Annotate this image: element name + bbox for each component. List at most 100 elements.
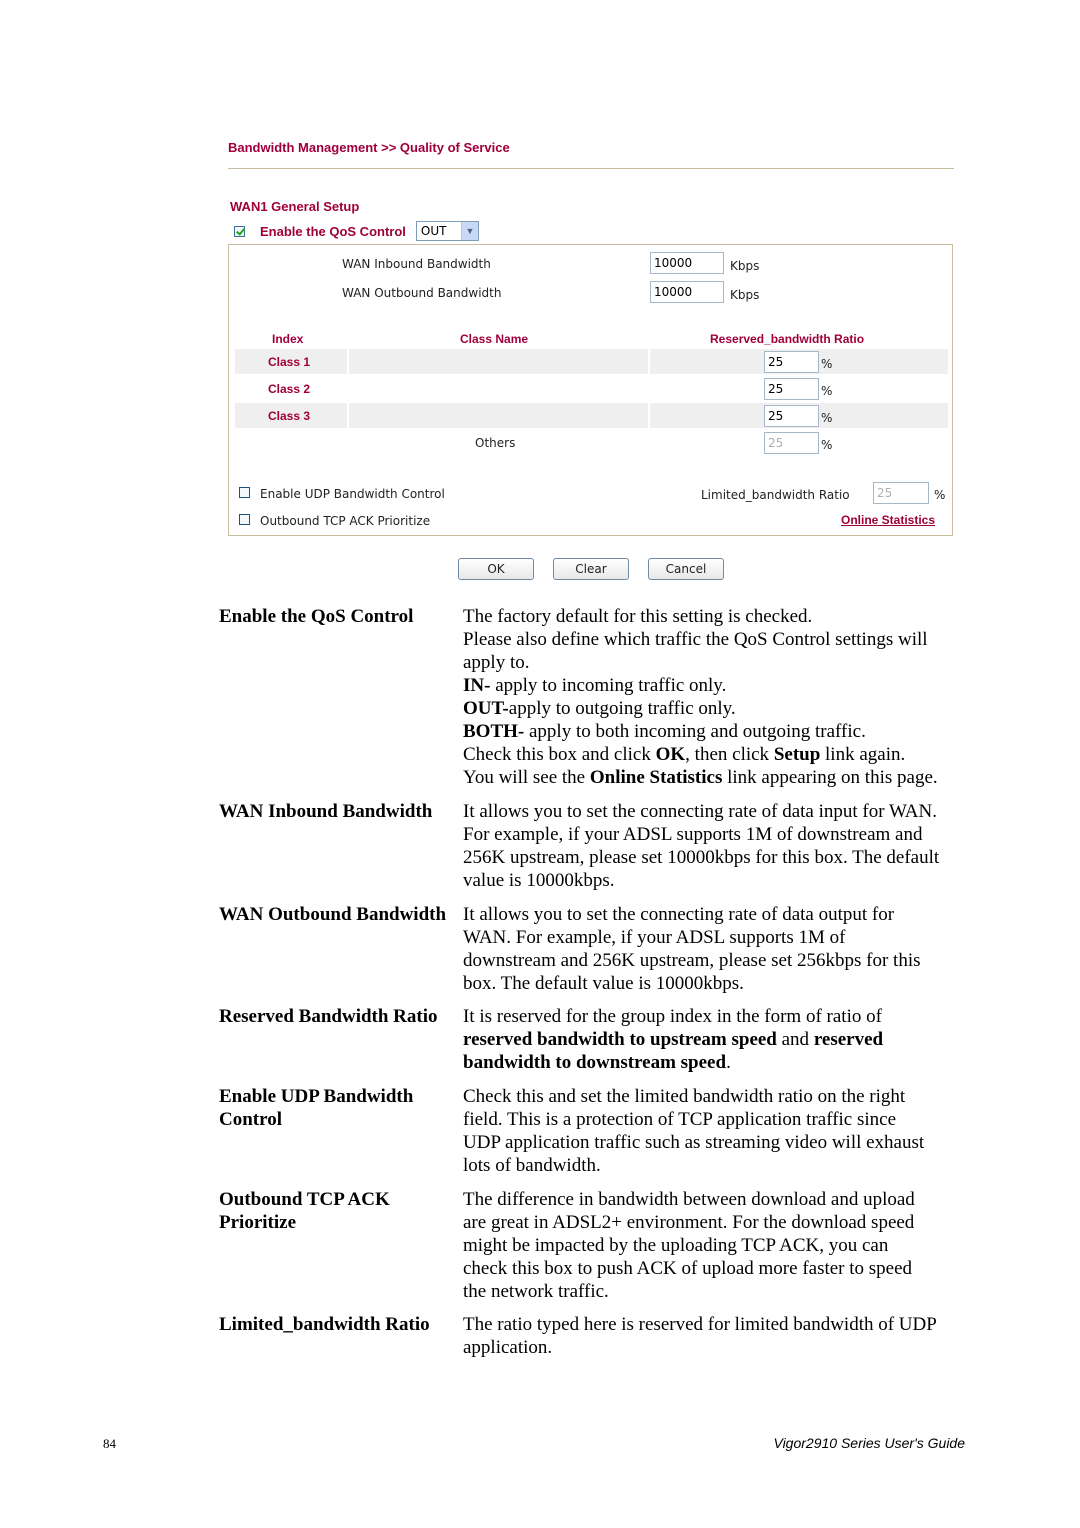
enable-qos-checkbox[interactable] bbox=[234, 225, 245, 237]
class-ratio-input[interactable]: 25 bbox=[764, 351, 819, 373]
text-run: . bbox=[726, 1052, 731, 1073]
term-line: Enable UDP Bandwidth bbox=[219, 1086, 414, 1107]
section-title: WAN1 General Setup bbox=[230, 199, 360, 214]
description-line: It allows you to set the connecting rate… bbox=[463, 903, 973, 926]
text-run: the network traffic. bbox=[463, 1281, 609, 1302]
ok-button[interactable]: OK bbox=[458, 558, 534, 580]
class-index: Class 3 bbox=[268, 409, 311, 423]
class-ratio-input[interactable]: 25 bbox=[764, 378, 819, 400]
definition-description: The ratio typed here is reserved for lim… bbox=[463, 1313, 973, 1359]
row-shade bbox=[349, 349, 648, 374]
inbound-bandwidth-input[interactable]: 10000 bbox=[650, 252, 724, 274]
limited-ratio-input: 25 bbox=[873, 482, 929, 504]
definition-term: WAN Outbound Bandwidth bbox=[219, 903, 446, 926]
footer-title: Vigor2910 Series User's Guide bbox=[773, 1435, 965, 1451]
others-ratio-input: 25 bbox=[764, 432, 819, 454]
description-line: box. The default value is 10000kbps. bbox=[463, 972, 973, 995]
description-line: It allows you to set the connecting rate… bbox=[463, 800, 973, 823]
term-line: Enable the QoS Control bbox=[219, 606, 414, 627]
qos-settings-panel: WAN Inbound Bandwidth 10000 Kbps WAN Out… bbox=[228, 244, 953, 536]
description-line: For example, if your ADSL supports 1M of… bbox=[463, 823, 973, 846]
inbound-unit: Kbps bbox=[730, 259, 760, 273]
text-run: apply to. bbox=[463, 652, 530, 673]
definition-term: Enable UDP Bandwidth Control bbox=[219, 1085, 413, 1131]
term-line: WAN Outbound Bandwidth bbox=[219, 904, 447, 925]
ratio-header: Reserved_bandwidth Ratio bbox=[710, 332, 865, 346]
clear-button[interactable]: Clear bbox=[553, 558, 629, 580]
description-line: UDP application traffic such as streamin… bbox=[463, 1131, 973, 1154]
definition-term: Outbound TCP ACK Prioritize bbox=[219, 1188, 390, 1234]
term-line: Reserved Bandwidth Ratio bbox=[219, 1006, 438, 1027]
definition-description: Check this and set the limited bandwidth… bbox=[463, 1085, 973, 1177]
description-line: BOTH- apply to both incoming and outgoin… bbox=[463, 720, 973, 743]
text-run: link again. bbox=[820, 744, 906, 765]
definition-description: It is reserved for the group index in th… bbox=[463, 1005, 973, 1074]
text-run: The factory default for this setting is … bbox=[463, 606, 813, 627]
description-line: The ratio typed here is reserved for lim… bbox=[463, 1313, 973, 1336]
emphasis-text: reserved bbox=[813, 1029, 884, 1050]
index-header: Index bbox=[272, 332, 304, 346]
outbound-bandwidth-label: WAN Outbound Bandwidth bbox=[342, 286, 502, 300]
text-run: Check this box and click bbox=[463, 744, 656, 765]
text-run: It allows you to set the connecting rate… bbox=[463, 904, 895, 925]
description-line: You will see the Online Statistics link … bbox=[463, 766, 973, 789]
tcp-ack-checkbox[interactable] bbox=[239, 514, 250, 525]
term-line: Limited_bandwidth Ratio bbox=[219, 1314, 430, 1335]
text-run: WAN. For example, if your ADSL supports … bbox=[463, 927, 846, 948]
udp-control-checkbox[interactable] bbox=[239, 487, 250, 498]
description-line: 256K upstream, please set 10000kbps for … bbox=[463, 846, 973, 869]
text-run: application. bbox=[463, 1337, 553, 1358]
emphasis-text: Online Statistics bbox=[589, 767, 723, 788]
online-statistics-link[interactable]: Online Statistics bbox=[841, 513, 935, 527]
text-run: apply to outgoing traffic only. bbox=[508, 698, 736, 719]
description-line: It is reserved for the group index in th… bbox=[463, 1005, 973, 1028]
page-number: 84 bbox=[103, 1436, 116, 1451]
cancel-button[interactable]: Cancel bbox=[648, 558, 724, 580]
text-run: apply to incoming traffic only. bbox=[490, 675, 727, 696]
outbound-bandwidth-input[interactable]: 10000 bbox=[650, 281, 724, 303]
description-line: The difference in bandwidth between down… bbox=[463, 1188, 973, 1211]
percent-unit: % bbox=[821, 438, 833, 452]
description-line: Check this and set the limited bandwidth… bbox=[463, 1085, 973, 1108]
enable-qos-label: Enable the QoS Control bbox=[260, 223, 406, 239]
chevron-down-icon[interactable]: ▼ bbox=[460, 222, 478, 240]
text-run: The ratio typed here is reserved for lim… bbox=[463, 1314, 937, 1335]
percent-unit: % bbox=[821, 411, 833, 425]
text-run: 256K upstream, please set 10000kbps for … bbox=[463, 847, 940, 868]
outbound-unit: Kbps bbox=[730, 288, 760, 302]
text-run: The difference in bandwidth between down… bbox=[463, 1189, 915, 1210]
class-ratio-input[interactable]: 25 bbox=[764, 405, 819, 427]
description-line: apply to. bbox=[463, 651, 973, 674]
qos-direction-select[interactable]: OUT ▼ bbox=[415, 221, 479, 241]
description-line: OUT-apply to outgoing traffic only. bbox=[463, 697, 973, 720]
limited-ratio-label: Limited_bandwidth Ratio bbox=[701, 488, 850, 502]
text-run: box. The default value is 10000kbps. bbox=[463, 973, 744, 994]
text-run: For example, if your ADSL supports 1M of… bbox=[463, 824, 923, 845]
text-run: UDP application traffic such as streamin… bbox=[463, 1132, 925, 1153]
definition-term: Enable the QoS Control bbox=[219, 605, 413, 628]
definition-description: It allows you to set the connecting rate… bbox=[463, 903, 973, 995]
description-line: field. This is a protection of TCP appli… bbox=[463, 1108, 973, 1131]
description-line: check this box to push ACK of upload mor… bbox=[463, 1257, 973, 1280]
text-run: Check this and set the limited bandwidth… bbox=[463, 1086, 906, 1107]
description-line: Please also define which traffic the QoS… bbox=[463, 628, 973, 651]
term-line: Control bbox=[219, 1109, 282, 1130]
definition-term: Limited_bandwidth Ratio bbox=[219, 1313, 430, 1336]
percent-unit: % bbox=[934, 488, 946, 502]
qos-control-row: Enable the QoS Control OUT ▼ bbox=[234, 220, 479, 242]
text-run: might be impacted by the uploading TCP A… bbox=[463, 1235, 889, 1256]
udp-control-label: Enable UDP Bandwidth Control bbox=[260, 487, 445, 501]
text-run: Please also define which traffic the QoS… bbox=[463, 629, 928, 650]
description-line: reserved bandwidth to upstream speed and… bbox=[463, 1028, 973, 1051]
tcp-ack-label: Outbound TCP ACK Prioritize bbox=[260, 514, 431, 528]
description-line: The factory default for this setting is … bbox=[463, 605, 973, 628]
description-line: downstream and 256K upstream, please set… bbox=[463, 949, 973, 972]
percent-unit: % bbox=[821, 357, 833, 371]
description-line: bandwidth to downstream speed. bbox=[463, 1051, 973, 1074]
definition-description: The factory default for this setting is … bbox=[463, 605, 973, 789]
description-line: application. bbox=[463, 1336, 973, 1359]
text-run: field. This is a protection of TCP appli… bbox=[463, 1109, 897, 1130]
text-run: apply to both incoming and outgoing traf… bbox=[524, 721, 866, 742]
row-shade bbox=[349, 403, 648, 428]
text-run: check this box to push ACK of upload mor… bbox=[463, 1258, 913, 1279]
